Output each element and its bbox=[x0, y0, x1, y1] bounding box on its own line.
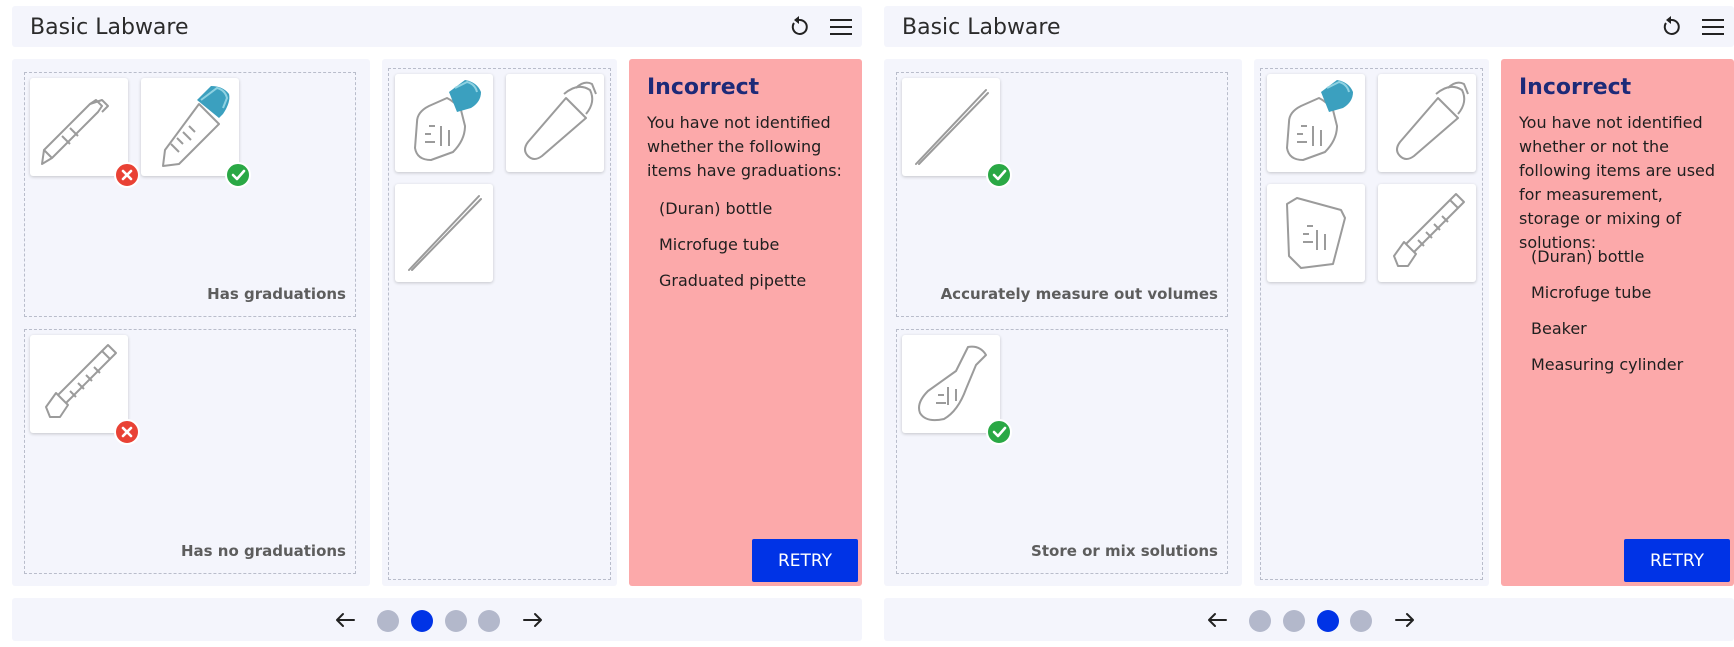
reset-button[interactable] bbox=[786, 14, 812, 40]
labware-card-graduated-pipette[interactable] bbox=[395, 184, 493, 282]
feedback-message: You have not identified whether the foll… bbox=[647, 113, 842, 180]
pagination-bar bbox=[12, 598, 862, 641]
measuring-cylinder-icon bbox=[1378, 184, 1476, 282]
labware-card-duran-bottle[interactable] bbox=[1267, 74, 1365, 172]
activity-panel-uses: Basic Labware Accurately measure out vol… bbox=[872, 0, 1734, 647]
drop-zone-measure-volumes[interactable]: Accurately measure out volumes bbox=[896, 72, 1228, 317]
sorting-area: Has graduations Has no graduations bbox=[12, 59, 370, 586]
labware-card-measuring-cylinder[interactable] bbox=[1378, 184, 1476, 282]
zone-label: Has no graduations bbox=[180, 542, 346, 560]
hamburger-menu-icon bbox=[828, 14, 854, 40]
next-button[interactable] bbox=[520, 607, 546, 633]
page-title: Basic Labware bbox=[902, 15, 1061, 40]
page-dot-3-current[interactable] bbox=[1317, 610, 1339, 632]
retry-button[interactable]: RETRY bbox=[1624, 539, 1730, 582]
menu-button[interactable] bbox=[1700, 14, 1726, 40]
correct-badge bbox=[225, 162, 251, 188]
feedback-title: Incorrect bbox=[647, 75, 760, 100]
hamburger-menu-icon bbox=[1700, 14, 1726, 40]
feedback-item: Graduated pipette bbox=[659, 271, 807, 290]
labware-card-microfuge-tube[interactable] bbox=[506, 74, 604, 172]
feedback-item: Microfuge tube bbox=[659, 235, 780, 254]
app-header: Basic Labware bbox=[884, 6, 1734, 47]
reset-icon bbox=[1658, 14, 1684, 40]
beaker-icon bbox=[1267, 184, 1365, 282]
pipette-tip-icon bbox=[30, 78, 128, 176]
app-header: Basic Labware bbox=[12, 6, 862, 47]
labware-card-duran-bottle[interactable] bbox=[395, 74, 493, 172]
arrow-right-icon bbox=[1392, 607, 1418, 633]
feedback-item: Microfuge tube bbox=[1531, 283, 1652, 302]
prev-button[interactable] bbox=[332, 607, 358, 633]
reset-icon bbox=[786, 14, 812, 40]
check-icon bbox=[227, 164, 249, 186]
item-tray bbox=[382, 59, 617, 586]
duran-bottle-icon bbox=[1267, 74, 1365, 172]
drop-zone-has-no-graduations[interactable]: Has no graduations bbox=[24, 329, 356, 574]
duran-bottle-icon bbox=[395, 74, 493, 172]
page-dot-2-current[interactable] bbox=[411, 610, 433, 632]
page-dot-2[interactable] bbox=[1283, 610, 1305, 632]
microfuge-tube-icon bbox=[1378, 74, 1476, 172]
incorrect-badge bbox=[114, 162, 140, 188]
incorrect-badge bbox=[114, 419, 140, 445]
labware-card-microfuge-tube[interactable] bbox=[1378, 74, 1476, 172]
labware-card-beaker[interactable] bbox=[1267, 184, 1365, 282]
reset-button[interactable] bbox=[1658, 14, 1684, 40]
activity-panel-graduations: Basic Labware Has graduations Has no gra… bbox=[0, 0, 862, 647]
prev-button[interactable] bbox=[1204, 607, 1230, 633]
feedback-item: (Duran) bottle bbox=[1531, 247, 1645, 266]
next-button[interactable] bbox=[1392, 607, 1418, 633]
retry-button[interactable]: RETRY bbox=[752, 539, 858, 582]
page-dot-1[interactable] bbox=[1249, 610, 1271, 632]
zone-label: Store or mix solutions bbox=[1031, 542, 1218, 560]
feedback-panel: Incorrect You have not identified whethe… bbox=[1501, 59, 1734, 586]
graduated-pipette-icon bbox=[902, 78, 1000, 176]
labware-card-conical-tube[interactable] bbox=[141, 78, 251, 188]
labware-card-graduated-pipette[interactable] bbox=[902, 78, 1012, 188]
labware-card-measuring-cylinder[interactable] bbox=[30, 335, 140, 445]
correct-badge bbox=[986, 419, 1012, 445]
feedback-item: Beaker bbox=[1531, 319, 1587, 338]
conical-tube-icon bbox=[141, 78, 239, 176]
arrow-right-icon bbox=[520, 607, 546, 633]
measuring-cylinder-icon bbox=[30, 335, 128, 433]
item-tray bbox=[1254, 59, 1489, 586]
feedback-title: Incorrect bbox=[1519, 75, 1632, 100]
drop-zone-store-mix[interactable]: Store or mix solutions bbox=[896, 329, 1228, 574]
correct-badge bbox=[986, 162, 1012, 188]
page-dot-4[interactable] bbox=[478, 610, 500, 632]
check-icon bbox=[988, 421, 1010, 443]
arrow-left-icon bbox=[332, 607, 358, 633]
sorting-area: Accurately measure out volumes Store or … bbox=[884, 59, 1242, 586]
item-tray-dropzone[interactable] bbox=[1260, 68, 1483, 580]
check-icon bbox=[988, 164, 1010, 186]
cross-icon bbox=[116, 421, 138, 443]
page-dot-4[interactable] bbox=[1350, 610, 1372, 632]
item-tray-dropzone[interactable] bbox=[388, 68, 611, 580]
labware-card-pipette-tip[interactable] bbox=[30, 78, 140, 188]
feedback-item: Measuring cylinder bbox=[1531, 355, 1684, 374]
arrow-left-icon bbox=[1204, 607, 1230, 633]
microfuge-tube-icon bbox=[506, 74, 604, 172]
feedback-item: (Duran) bottle bbox=[659, 199, 773, 218]
zone-label: Has graduations bbox=[207, 285, 346, 303]
pagination-bar bbox=[884, 598, 1734, 641]
page-dot-3[interactable] bbox=[445, 610, 467, 632]
page-title: Basic Labware bbox=[30, 15, 189, 40]
menu-button[interactable] bbox=[828, 14, 854, 40]
cross-icon bbox=[116, 164, 138, 186]
feedback-panel: Incorrect You have not identified whethe… bbox=[629, 59, 862, 586]
page-dot-1[interactable] bbox=[377, 610, 399, 632]
labware-card-conical-flask[interactable] bbox=[902, 335, 1012, 445]
feedback-message: You have not identified whether or not t… bbox=[1519, 113, 1716, 252]
drop-zone-has-graduations[interactable]: Has graduations bbox=[24, 72, 356, 317]
zone-label: Accurately measure out volumes bbox=[940, 285, 1218, 303]
graduated-pipette-icon bbox=[395, 184, 493, 282]
conical-flask-icon bbox=[902, 335, 1000, 433]
